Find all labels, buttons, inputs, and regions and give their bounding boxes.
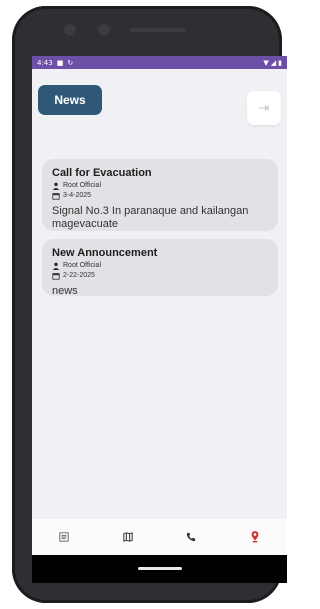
calendar-icon — [52, 193, 60, 200]
status-time: 4:43 — [37, 58, 53, 67]
notification-square-icon: ■ — [56, 58, 64, 67]
announcement-card[interactable]: Call for Evacuation Root Official 3-4-20… — [42, 159, 278, 231]
card-title: New Announcement — [52, 247, 158, 259]
card-body: Signal No.3 In paranaque and kailangan m… — [52, 205, 249, 230]
battery-icon: ▮ — [278, 58, 282, 67]
author-row: Root Official — [52, 261, 268, 271]
status-bar: 4:43 ■ ↻ ▼ ◢ ▮ — [32, 56, 287, 69]
news-tab[interactable]: News — [38, 85, 102, 115]
sync-icon: ↻ — [67, 58, 74, 67]
person-icon — [52, 182, 60, 190]
phone-frame: 4:43 ■ ↻ ▼ ◢ ▮ News ⇥ Call for Evacuatio… — [12, 6, 287, 603]
person-icon — [52, 262, 60, 270]
news-icon[interactable] — [57, 530, 71, 544]
announcement-card[interactable]: New Announcement Root Official 2-22-2025… — [42, 239, 278, 297]
home-gesture-pill[interactable] — [138, 567, 182, 570]
calendar-icon — [52, 273, 60, 280]
signal-icon: ◢ — [270, 58, 277, 67]
top-bar: News ⇥ — [32, 69, 287, 125]
screen: 4:43 ■ ↻ ▼ ◢ ▮ News ⇥ Call for Evacuatio… — [32, 56, 287, 583]
news-tab-label: News — [54, 93, 86, 107]
post-date: 2-22-2025 — [63, 272, 95, 279]
bottom-nav — [32, 519, 287, 555]
post-date: 3-4-2025 — [63, 192, 92, 199]
front-camera — [64, 24, 76, 36]
date-row: 2-22-2025 — [52, 271, 268, 281]
phone-icon[interactable] — [184, 530, 198, 544]
wifi-icon: ▼ — [263, 58, 269, 67]
author-name: Root Official — [63, 182, 101, 189]
author-name: Root Official — [63, 262, 101, 269]
date-row: 3-4-2025 — [52, 191, 268, 201]
card-title: Call for Evacuation — [52, 167, 152, 179]
earpiece-speaker — [130, 28, 186, 32]
navigation-bar — [32, 555, 287, 583]
map-icon[interactable] — [121, 530, 135, 544]
location-alert-icon[interactable] — [248, 530, 262, 544]
author-row: Root Official — [52, 181, 268, 191]
card-body: news — [52, 285, 78, 297]
logout-icon: ⇥ — [258, 100, 270, 115]
logout-button[interactable]: ⇥ — [247, 91, 281, 125]
front-sensor — [98, 24, 110, 36]
